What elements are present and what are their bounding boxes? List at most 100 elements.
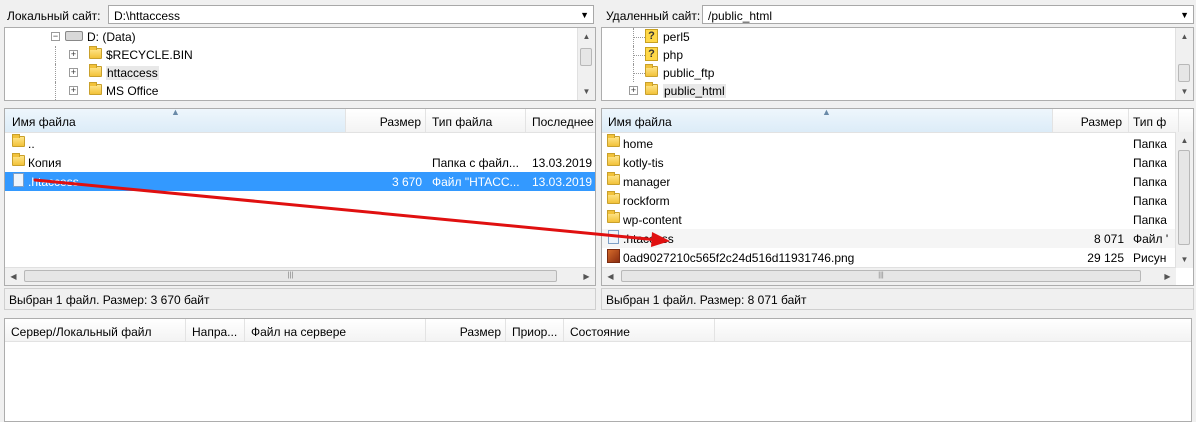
column-header-size[interactable]: Размер <box>346 109 426 132</box>
remote-tree-scrollbar[interactable]: ▲ ▼ <box>1175 28 1193 100</box>
scroll-thumb[interactable] <box>1178 150 1190 245</box>
remote-list-hscrollbar[interactable]: ◀ ||| ▶ <box>602 267 1176 285</box>
folder-icon <box>607 191 620 204</box>
expand-icon[interactable]: + <box>629 86 638 95</box>
queue-column-local-file[interactable]: Сервер/Локальный файл <box>5 319 186 341</box>
local-tree-scrollbar[interactable]: ▲ ▼ <box>577 28 595 100</box>
transfer-queue: Сервер/Локальный файл Напра... Файл на с… <box>4 318 1192 422</box>
file-date: 13.03.2019 1 <box>532 175 592 189</box>
local-pane: Локальный сайт: D:\httaccess ▼ − D: (Dat… <box>0 0 596 313</box>
drive-icon <box>65 31 83 41</box>
file-type: Файл ' <box>1133 232 1169 246</box>
expand-icon[interactable]: + <box>69 86 78 95</box>
local-file-list: ▲ Имя файла Размер Тип файла Последнее .… <box>4 108 596 286</box>
list-item-home[interactable]: home Папка <box>602 134 1193 153</box>
list-item-wp-content[interactable]: wp-content Папка <box>602 210 1193 229</box>
tree-item-label: MS Office <box>106 84 159 98</box>
queue-column-direction[interactable]: Напра... <box>186 319 245 341</box>
file-date: 13.03.2019 1 <box>532 156 592 170</box>
scroll-down-icon[interactable]: ▼ <box>578 83 595 100</box>
file-icon <box>13 173 24 187</box>
scroll-up-icon[interactable]: ▲ <box>578 28 595 45</box>
sort-ascending-icon: ▲ <box>171 108 180 117</box>
file-name: Копия <box>28 156 62 170</box>
file-name: .. <box>28 137 35 151</box>
list-item-kopiya[interactable]: Копия Папка с файл... 13.03.2019 1 <box>5 153 595 172</box>
queue-column-size[interactable]: Размер <box>426 319 506 341</box>
local-status-text: Выбран 1 файл. Размер: 3 670 байт <box>9 293 210 307</box>
column-header-modified[interactable]: Последнее <box>526 109 595 132</box>
scroll-up-icon[interactable]: ▲ <box>1176 132 1193 149</box>
tree-item-label: httaccess <box>106 66 159 80</box>
scroll-left-icon[interactable]: ◀ <box>5 268 22 285</box>
scroll-right-icon[interactable]: ▶ <box>1159 268 1176 285</box>
tree-item-perl5[interactable]: ? perl5 <box>602 28 1175 46</box>
file-name: kotly-tis <box>623 156 664 170</box>
column-header-size[interactable]: Размер <box>1053 109 1129 132</box>
tree-item-label: perl5 <box>663 30 690 44</box>
local-list-hscrollbar[interactable]: ◀ ||| ▶ <box>5 267 595 285</box>
file-name: .htaccess <box>28 175 79 189</box>
remote-site-path-combo[interactable]: /public_html ▼ <box>702 5 1194 24</box>
column-header-type[interactable]: Тип ф <box>1129 109 1179 132</box>
local-list-header: ▲ Имя файла Размер Тип файла Последнее <box>5 109 595 133</box>
tree-item-public-html[interactable]: + public_html <box>602 82 1175 100</box>
file-name: home <box>623 137 654 151</box>
list-item-parent[interactable]: .. <box>5 134 595 153</box>
tree-item-php[interactable]: ? php <box>602 46 1175 64</box>
scroll-thumb[interactable]: ||| <box>621 270 1141 282</box>
expand-icon[interactable]: + <box>69 50 78 59</box>
folder-icon <box>12 134 25 147</box>
folder-icon <box>607 210 620 223</box>
scroll-down-icon[interactable]: ▼ <box>1176 251 1193 268</box>
folder-icon <box>607 172 620 185</box>
scroll-right-icon[interactable]: ▶ <box>578 268 595 285</box>
expand-icon[interactable]: + <box>69 68 78 77</box>
scroll-left-icon[interactable]: ◀ <box>602 268 619 285</box>
local-site-path-combo[interactable]: D:\httaccess ▼ <box>108 5 594 24</box>
tree-item-public-ftp[interactable]: public_ftp <box>602 64 1175 82</box>
folder-icon <box>645 64 658 77</box>
collapse-icon[interactable]: − <box>51 32 60 41</box>
list-item-rockform[interactable]: rockform Папка <box>602 191 1193 210</box>
folder-icon <box>89 64 102 77</box>
local-tree: − D: (Data) + $RECYCLE.BIN + httaccess +… <box>4 27 596 101</box>
chevron-down-icon[interactable]: ▼ <box>1180 10 1189 20</box>
folder-icon <box>607 134 620 147</box>
chevron-down-icon[interactable]: ▼ <box>580 10 589 20</box>
tree-item-drive[interactable]: − D: (Data) <box>5 28 577 46</box>
column-header-type[interactable]: Тип файла <box>426 109 526 132</box>
file-size: 3 670 <box>391 175 422 189</box>
file-size: 29 125 <box>1087 251 1124 265</box>
list-item-png[interactable]: 0ad9027210c565f2c24d516d11931746.png 29 … <box>602 248 1193 267</box>
scroll-down-icon[interactable]: ▼ <box>1176 83 1193 100</box>
image-file-icon <box>607 249 620 263</box>
queue-column-remote-file[interactable]: Файл на сервере <box>245 319 426 341</box>
file-name: .htaccess <box>623 232 674 246</box>
list-item-manager[interactable]: manager Папка <box>602 172 1193 191</box>
column-header-name[interactable]: ▲ Имя файла <box>5 109 346 132</box>
folder-icon <box>12 153 25 166</box>
tree-item-recycle-bin[interactable]: + $RECYCLE.BIN <box>5 46 577 64</box>
column-header-name[interactable]: ▲ Имя файла <box>602 109 1053 132</box>
scroll-thumb[interactable] <box>1178 64 1190 82</box>
tree-item-ms-office[interactable]: + MS Office <box>5 82 577 100</box>
folder-icon <box>607 153 620 166</box>
remote-pane: Удаленный сайт: /public_html ▼ ? perl5 ?… <box>599 0 1196 313</box>
queue-header: Сервер/Локальный файл Напра... Файл на с… <box>5 319 1191 342</box>
list-item-kotly-tis[interactable]: kotly-tis Папка <box>602 153 1193 172</box>
tree-item-httaccess[interactable]: + httaccess <box>5 64 577 82</box>
file-name: rockform <box>623 194 670 208</box>
list-item-htaccess[interactable]: .htaccess 8 071 Файл ' <box>602 229 1193 248</box>
scroll-thumb[interactable] <box>580 48 592 66</box>
remote-list-vscrollbar[interactable]: ▲ ▼ <box>1175 132 1193 268</box>
queue-column-priority[interactable]: Приор... <box>506 319 564 341</box>
scroll-thumb[interactable]: ||| <box>24 270 557 282</box>
folder-icon <box>89 46 102 59</box>
list-item-htaccess-selected[interactable]: .htaccess 3 670 Файл "HTACC... 13.03.201… <box>5 172 595 191</box>
local-site-bar: Локальный сайт: D:\httaccess ▼ <box>0 4 596 26</box>
scroll-up-icon[interactable]: ▲ <box>1176 28 1193 45</box>
tree-item-label: public_html <box>663 84 726 98</box>
file-name: 0ad9027210c565f2c24d516d11931746.png <box>623 251 855 265</box>
queue-column-status[interactable]: Состояние <box>564 319 715 341</box>
